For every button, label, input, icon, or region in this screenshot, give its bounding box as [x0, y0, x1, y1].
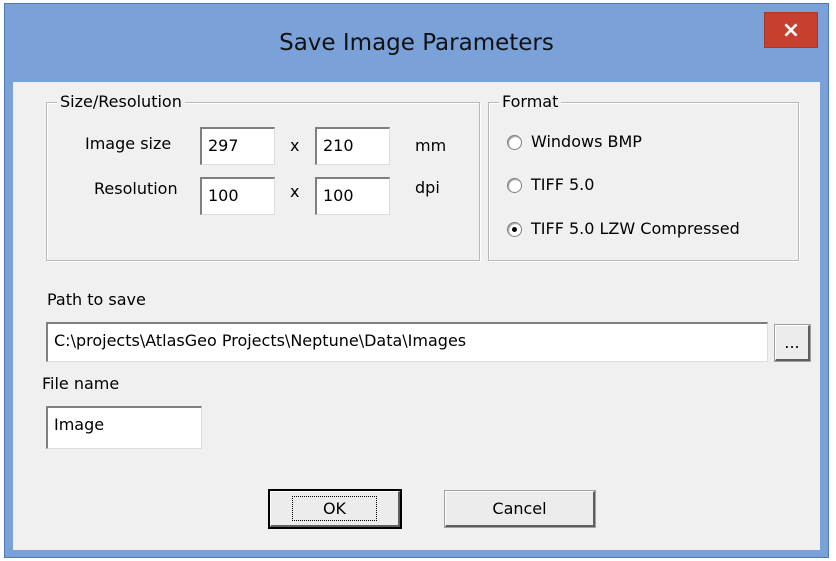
file-name-input[interactable]: Image [46, 406, 202, 449]
image-height-field[interactable]: 210 [315, 127, 390, 165]
image-size-unit: mm [415, 136, 447, 155]
cancel-button-label: Cancel [492, 499, 547, 518]
path-input[interactable]: C:\projects\AtlasGeo Projects\Neptune\Da… [46, 322, 768, 362]
ok-button-label: OK [291, 496, 378, 521]
resolution-label: Resolution [94, 179, 178, 198]
browse-button-label: ... [784, 333, 800, 352]
resolution-separator: x [290, 182, 300, 201]
cancel-button[interactable]: Cancel [444, 490, 596, 528]
size-resolution-label: Size/Resolution [57, 92, 185, 112]
radio-tiff-5-label: TIFF 5.0 [531, 175, 595, 194]
radio-tiff-lzw[interactable]: TIFF 5.0 LZW Compressed [507, 219, 740, 239]
image-size-label: Image size [85, 134, 172, 153]
dialog-body: Size/Resolution Image size 297 x 210 mm … [13, 82, 820, 550]
radio-windows-bmp-label: Windows BMP [531, 132, 642, 151]
image-width-field[interactable]: 297 [200, 127, 275, 165]
resolution-y-field[interactable]: 100 [315, 177, 390, 215]
radio-selected-icon [507, 221, 522, 237]
format-label: Format [499, 92, 562, 112]
ok-button[interactable]: OK [268, 489, 402, 529]
radio-tiff-lzw-label: TIFF 5.0 LZW Compressed [531, 219, 740, 238]
radio-icon [507, 177, 522, 193]
path-label: Path to save [47, 290, 146, 309]
resolution-x-field[interactable]: 100 [200, 177, 275, 215]
dialog-title: Save Image Parameters [279, 30, 554, 56]
radio-windows-bmp[interactable]: Windows BMP [507, 132, 642, 152]
browse-button[interactable]: ... [774, 324, 811, 362]
title-bar[interactable]: Save Image Parameters × [5, 4, 828, 82]
radio-icon [507, 134, 522, 150]
dialog-window: Save Image Parameters × Size/Resolution … [4, 3, 829, 558]
size-resolution-group: Size/Resolution Image size 297 x 210 mm … [46, 92, 480, 261]
image-size-separator: x [290, 136, 300, 155]
format-group: Format Windows BMP TIFF 5.0 TIFF 5.0 LZW… [488, 92, 799, 261]
resolution-unit: dpi [415, 178, 440, 197]
radio-dot-icon [512, 226, 517, 232]
radio-tiff-5[interactable]: TIFF 5.0 [507, 175, 594, 195]
close-button[interactable]: × [764, 12, 818, 48]
close-icon: × [781, 17, 801, 43]
file-name-label: File name [42, 374, 120, 393]
